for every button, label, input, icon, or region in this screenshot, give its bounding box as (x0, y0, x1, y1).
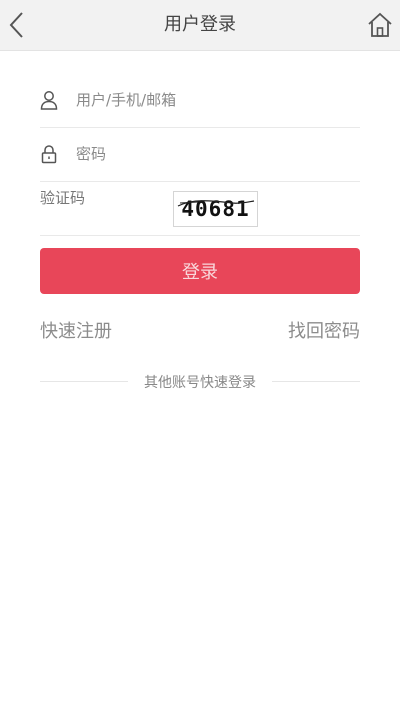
top-bar: 用户登录 (0, 0, 400, 51)
password-input[interactable] (76, 139, 346, 169)
username-row (40, 73, 360, 128)
login-button[interactable]: 登录 (40, 248, 360, 294)
forgot-password-link[interactable]: 找回密码 (288, 317, 360, 343)
home-icon (368, 12, 392, 37)
captcha-image[interactable]: 40681 (173, 191, 258, 227)
captcha-noise (177, 200, 255, 207)
lock-icon (41, 145, 57, 164)
username-input[interactable] (76, 85, 346, 115)
page-title: 用户登录 (164, 14, 236, 35)
home-button[interactable] (366, 11, 394, 39)
password-row (40, 127, 360, 182)
back-button[interactable] (4, 9, 32, 41)
chevron-left-icon (9, 12, 23, 38)
other-login-label: 其他账号快速登录 (144, 375, 256, 391)
captcha-row: 40681 (40, 181, 360, 236)
divider-line-right (272, 381, 360, 382)
captcha-input[interactable] (40, 183, 160, 213)
user-icon (40, 91, 58, 110)
quick-register-link[interactable]: 快速注册 (40, 317, 112, 343)
